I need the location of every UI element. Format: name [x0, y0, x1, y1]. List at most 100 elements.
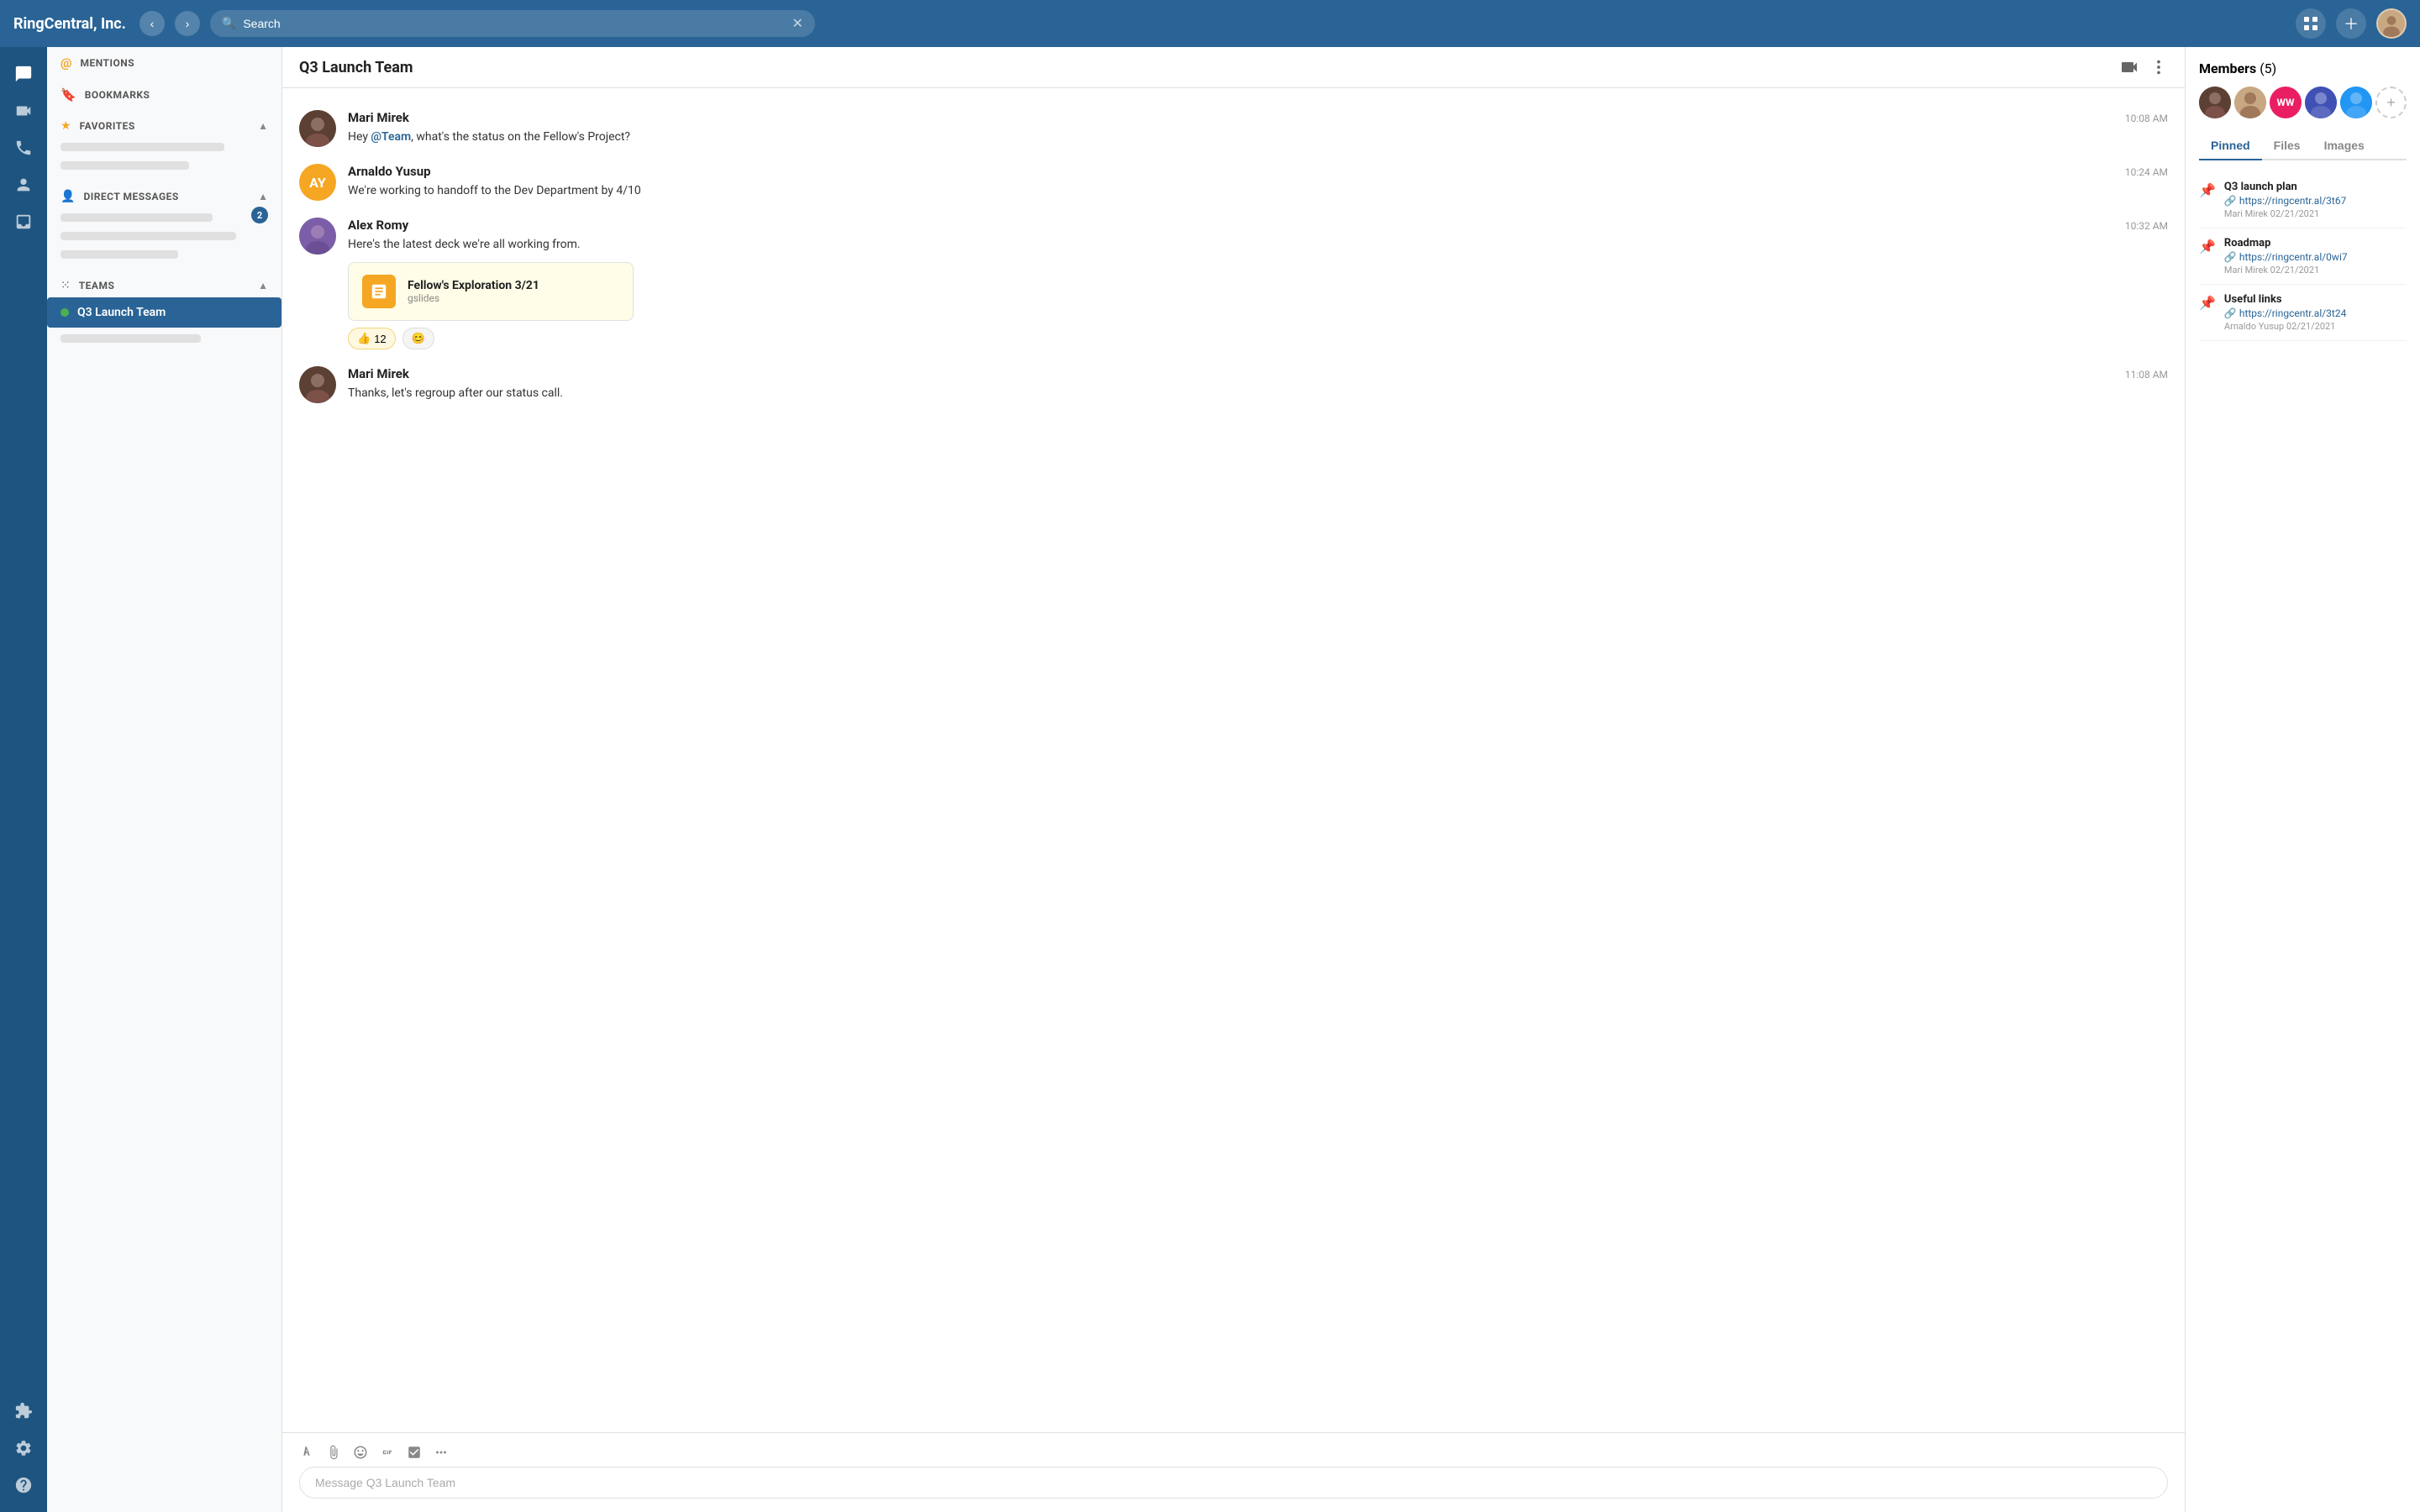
- message-meta: Alex Romy 10:32 AM: [348, 218, 2168, 233]
- more-options-button[interactable]: [2149, 58, 2168, 76]
- message-time: 11:08 AM: [2125, 369, 2168, 381]
- clear-search-button[interactable]: ✕: [792, 15, 803, 32]
- avatar: [299, 366, 336, 403]
- message-author: Alex Romy: [348, 218, 408, 233]
- sidebar-item-mentions[interactable]: @ MENTIONS: [47, 47, 281, 79]
- help-icon[interactable]: [7, 1468, 40, 1502]
- messaging-icon[interactable]: [7, 57, 40, 91]
- favorites-label: FAVORITES: [80, 120, 135, 132]
- chat-area: Q3 Launch Team Mari Mirek: [282, 47, 2185, 1512]
- members-count: (5): [2260, 60, 2276, 76]
- app-logo: RingCentral, Inc.: [13, 15, 126, 33]
- dm-icon: 👤: [60, 190, 75, 203]
- sidebar-item-q3-launch-team[interactable]: Q3 Launch Team: [47, 297, 281, 328]
- member-avatar-3[interactable]: WW: [2270, 87, 2302, 118]
- pinned-link[interactable]: 🔗 https://ringcentr.al/3t67: [2224, 195, 2407, 207]
- message-author: Arnaldo Yusup: [348, 164, 431, 179]
- message-author: Mari Mirek: [348, 366, 409, 381]
- add-member-button[interactable]: +: [2375, 87, 2407, 118]
- back-button[interactable]: ‹: [139, 11, 165, 36]
- pinned-link[interactable]: 🔗 https://ringcentr.al/0wi7: [2224, 251, 2407, 263]
- tasks-button[interactable]: [407, 1445, 422, 1460]
- tab-pinned[interactable]: Pinned: [2199, 132, 2262, 160]
- pinned-item-3: 📌 Useful links 🔗 https://ringcentr.al/3t…: [2199, 285, 2407, 341]
- message-row: Mari Mirek 10:08 AM Hey @Team, what's th…: [299, 102, 2168, 155]
- topbar-right: ＋: [2296, 8, 2407, 39]
- extensions-icon[interactable]: [7, 1394, 40, 1428]
- pinned-item-content: Q3 launch plan 🔗 https://ringcentr.al/3t…: [2224, 181, 2407, 219]
- search-bar: 🔍 ✕: [210, 10, 815, 37]
- messages-area: Mari Mirek 10:08 AM Hey @Team, what's th…: [282, 88, 2185, 1432]
- chat-title: Q3 Launch Team: [299, 59, 2119, 76]
- avatar: AY: [299, 164, 336, 201]
- pinned-meta: Mari Mirek 02/21/2021: [2224, 208, 2407, 219]
- tab-images[interactable]: Images: [2312, 132, 2376, 160]
- video-icon[interactable]: [7, 94, 40, 128]
- member-avatar-2[interactable]: [2234, 87, 2266, 118]
- settings-icon[interactable]: [7, 1431, 40, 1465]
- gif-button[interactable]: [380, 1445, 395, 1460]
- pinned-title: Useful links: [2224, 293, 2407, 306]
- add-reaction-button[interactable]: 😊: [402, 328, 434, 349]
- team-name: Q3 Launch Team: [77, 306, 166, 319]
- teams-chevron: ▲: [258, 280, 268, 291]
- chat-header-actions: [2119, 57, 2168, 77]
- apps-grid-button[interactable]: [2296, 8, 2326, 39]
- user-avatar[interactable]: [2376, 8, 2407, 39]
- reactions-row: 👍 12 😊: [348, 328, 2168, 349]
- pinned-item-2: 📌 Roadmap 🔗 https://ringcentr.al/0wi7 Ma…: [2199, 228, 2407, 285]
- dm-placeholder-1: [60, 213, 213, 222]
- message-meta: Arnaldo Yusup 10:24 AM: [348, 164, 2168, 179]
- contacts-icon[interactable]: [7, 168, 40, 202]
- inbox-icon[interactable]: [7, 205, 40, 239]
- message-content: Arnaldo Yusup 10:24 AM We're working to …: [348, 164, 2168, 201]
- member-avatar-4[interactable]: [2305, 87, 2337, 118]
- phone-icon[interactable]: [7, 131, 40, 165]
- member-avatar-5[interactable]: [2340, 87, 2372, 118]
- search-input[interactable]: [243, 17, 785, 30]
- favorites-placeholder-1: [60, 143, 224, 151]
- main-layout: @ MENTIONS 🔖 BOOKMARKS ★ FAVORITES ▲ 👤 D…: [0, 47, 2420, 1512]
- message-text: Here's the latest deck we're all working…: [348, 236, 2168, 254]
- attachment-info: Fellow's Exploration 3/21 gslides: [408, 279, 539, 304]
- thumbs-up-reaction[interactable]: 👍 12: [348, 328, 396, 349]
- pinned-link[interactable]: 🔗 https://ringcentr.al/3t24: [2224, 307, 2407, 319]
- favorites-icon: ★: [60, 119, 71, 133]
- reaction-count: 12: [374, 333, 386, 345]
- teams-section-header[interactable]: ⁙ TEAMS ▲: [47, 270, 281, 297]
- dm-placeholder-2: [60, 232, 236, 240]
- attachment-card[interactable]: Fellow's Exploration 3/21 gslides: [348, 262, 634, 321]
- dm-chevron: ▲: [258, 191, 268, 202]
- message-text: We're working to handoff to the Dev Depa…: [348, 182, 2168, 200]
- video-call-button[interactable]: [2119, 57, 2139, 77]
- message-row: AY Arnaldo Yusup 10:24 AM We're working …: [299, 155, 2168, 209]
- chat-input[interactable]: [299, 1467, 2168, 1499]
- chat-input-area: [282, 1432, 2185, 1512]
- avatar: [299, 110, 336, 147]
- member-avatar-1[interactable]: [2199, 87, 2231, 118]
- attachment-name: Fellow's Exploration 3/21: [408, 279, 539, 292]
- dm-badge: 2: [251, 207, 268, 223]
- bookmarks-icon: 🔖: [60, 87, 76, 102]
- tab-files[interactable]: Files: [2262, 132, 2312, 160]
- sidebar: @ MENTIONS 🔖 BOOKMARKS ★ FAVORITES ▲ 👤 D…: [47, 47, 282, 1512]
- message-content: Mari Mirek 10:08 AM Hey @Team, what's th…: [348, 110, 2168, 147]
- icon-bar: [0, 47, 47, 1512]
- favorites-section-header[interactable]: ★ FAVORITES ▲: [47, 111, 281, 138]
- more-toolbar-button[interactable]: [434, 1445, 449, 1460]
- dm-section-header[interactable]: 👤 DIRECT MESSAGES ▲: [47, 181, 281, 208]
- message-content: Mari Mirek 11:08 AM Thanks, let's regrou…: [348, 366, 2168, 403]
- emoji-button[interactable]: [353, 1445, 368, 1460]
- forward-button[interactable]: ›: [175, 11, 200, 36]
- pinned-title: Roadmap: [2224, 237, 2407, 249]
- pinned-title: Q3 launch plan: [2224, 181, 2407, 193]
- pin-icon: 📌: [2199, 239, 2216, 276]
- members-title: Members (5): [2199, 60, 2276, 76]
- attach-button[interactable]: [326, 1445, 341, 1460]
- bookmarks-label: BOOKMARKS: [85, 89, 150, 101]
- sidebar-item-bookmarks[interactable]: 🔖 BOOKMARKS: [47, 79, 281, 111]
- mentions-label: MENTIONS: [80, 57, 134, 69]
- message-text: Thanks, let's regroup after our status c…: [348, 385, 2168, 402]
- add-button[interactable]: ＋: [2336, 8, 2366, 39]
- format-button[interactable]: [299, 1445, 314, 1460]
